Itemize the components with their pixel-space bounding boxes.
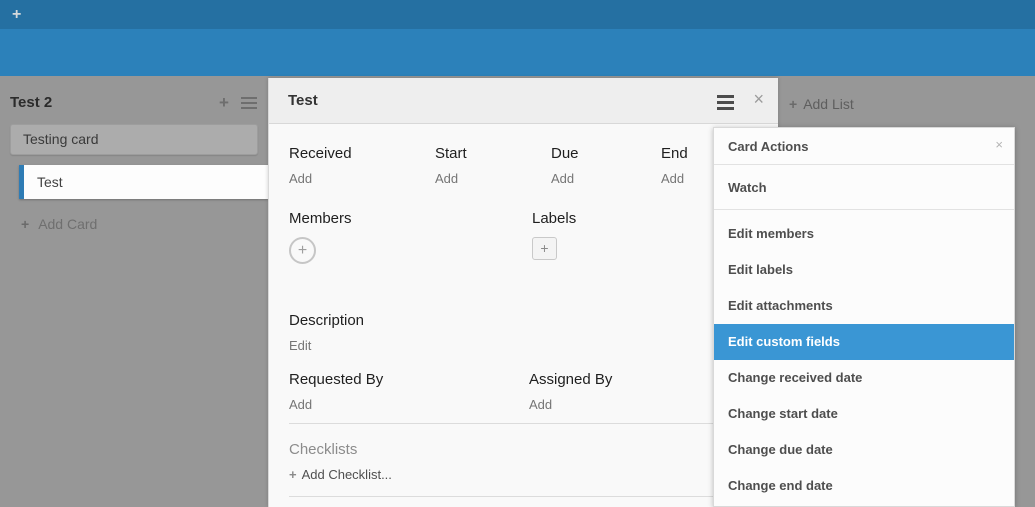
add-checklist-button[interactable]: + Add Checklist... — [289, 467, 758, 482]
card-actions-menu-icon[interactable] — [717, 95, 734, 113]
date-fields-row: Received Add Start Add Due Add End Add — [289, 145, 758, 186]
plus-icon: + — [789, 96, 797, 112]
card-detail-header: Test × — [269, 78, 778, 124]
card-actions-title: Card Actions — [714, 128, 1014, 165]
plus-icon: + — [21, 216, 29, 232]
requested-assigned-row: Requested By Add Assigned By Add — [289, 371, 758, 412]
end-add-link[interactable]: Add — [661, 171, 688, 186]
due-field: Due Add — [551, 145, 661, 186]
requested-by-section: Requested By Add — [289, 371, 529, 412]
received-add-link[interactable]: Add — [289, 171, 435, 186]
add-label-button[interactable]: + — [532, 237, 557, 260]
description-label: Description — [289, 312, 758, 329]
received-field: Received Add — [289, 145, 435, 186]
members-section: Members + — [289, 210, 532, 264]
labels-label: Labels — [532, 210, 576, 227]
description-section: Description Edit — [289, 312, 758, 353]
menu-item-edit-members[interactable]: Edit members — [714, 216, 1014, 252]
card-actions-header: Card Actions × — [714, 128, 1014, 165]
due-add-link[interactable]: Add — [551, 171, 661, 186]
members-label: Members — [289, 210, 532, 227]
menu-item-change-due-date[interactable]: Change due date — [714, 432, 1014, 468]
create-board-icon[interactable]: + — [12, 0, 21, 29]
menu-item-change-start-date[interactable]: Change start date — [714, 396, 1014, 432]
end-label: End — [661, 145, 688, 162]
menu-item-watch[interactable]: Watch — [714, 165, 1014, 210]
card-actions-menu: Card Actions × Watch Edit members Edit l… — [713, 127, 1015, 507]
start-label: Start — [435, 145, 551, 162]
menu-item-edit-attachments[interactable]: Edit attachments — [714, 288, 1014, 324]
section-divider — [289, 496, 758, 497]
app-window: + Test 2 + Testing card Test + Add Card +… — [0, 0, 1035, 507]
add-list-label: Add List — [803, 96, 854, 112]
list-add-card-icon[interactable]: + — [219, 93, 229, 113]
add-member-button[interactable]: + — [289, 237, 316, 264]
card-detail-body: Received Add Start Add Due Add End Add — [269, 124, 778, 497]
list-title[interactable]: Test 2 — [10, 94, 52, 111]
menu-item-change-received-date[interactable]: Change received date — [714, 360, 1014, 396]
add-card-button[interactable]: + Add Card — [21, 216, 97, 232]
list-menu-icon[interactable] — [241, 97, 257, 112]
requested-by-label: Requested By — [289, 371, 529, 388]
plus-icon: + — [289, 467, 297, 482]
assigned-by-section: Assigned By Add — [529, 371, 612, 412]
board-canvas: Test 2 + Testing card Test + Add Card + Ad… — [0, 76, 1035, 507]
checklists-label: Checklists — [289, 441, 758, 458]
description-edit-link[interactable]: Edit — [289, 338, 758, 353]
card-detail-title: Test — [269, 78, 778, 124]
card-actions-list: Edit members Edit labels Edit attachment… — [714, 210, 1014, 504]
add-list-button[interactable]: + Add List — [789, 96, 854, 112]
menu-item-change-end-date[interactable]: Change end date — [714, 468, 1014, 504]
members-labels-row: Members + Labels + — [289, 210, 758, 264]
top-navbar: + — [0, 0, 1035, 29]
card-testing-card[interactable]: Testing card — [10, 124, 258, 155]
labels-section: Labels + — [532, 210, 576, 264]
end-field: End Add — [661, 145, 688, 186]
card-detail-panel: Test × Received Add Start Add — [268, 78, 778, 507]
due-label: Due — [551, 145, 661, 162]
close-icon[interactable]: × — [753, 89, 764, 110]
received-label: Received — [289, 145, 435, 162]
menu-item-edit-custom-fields[interactable]: Edit custom fields — [714, 324, 1014, 360]
add-card-label: Add Card — [38, 216, 97, 232]
assigned-by-label: Assigned By — [529, 371, 612, 388]
card-test-selected[interactable]: Test — [19, 165, 268, 199]
requested-by-add-link[interactable]: Add — [289, 397, 529, 412]
add-checklist-label: Add Checklist... — [302, 467, 392, 482]
start-field: Start Add — [435, 145, 551, 186]
section-divider — [289, 423, 758, 424]
menu-item-edit-labels[interactable]: Edit labels — [714, 252, 1014, 288]
board-header-bar — [0, 29, 1035, 76]
start-add-link[interactable]: Add — [435, 171, 551, 186]
assigned-by-add-link[interactable]: Add — [529, 397, 612, 412]
close-icon[interactable]: × — [995, 137, 1003, 152]
